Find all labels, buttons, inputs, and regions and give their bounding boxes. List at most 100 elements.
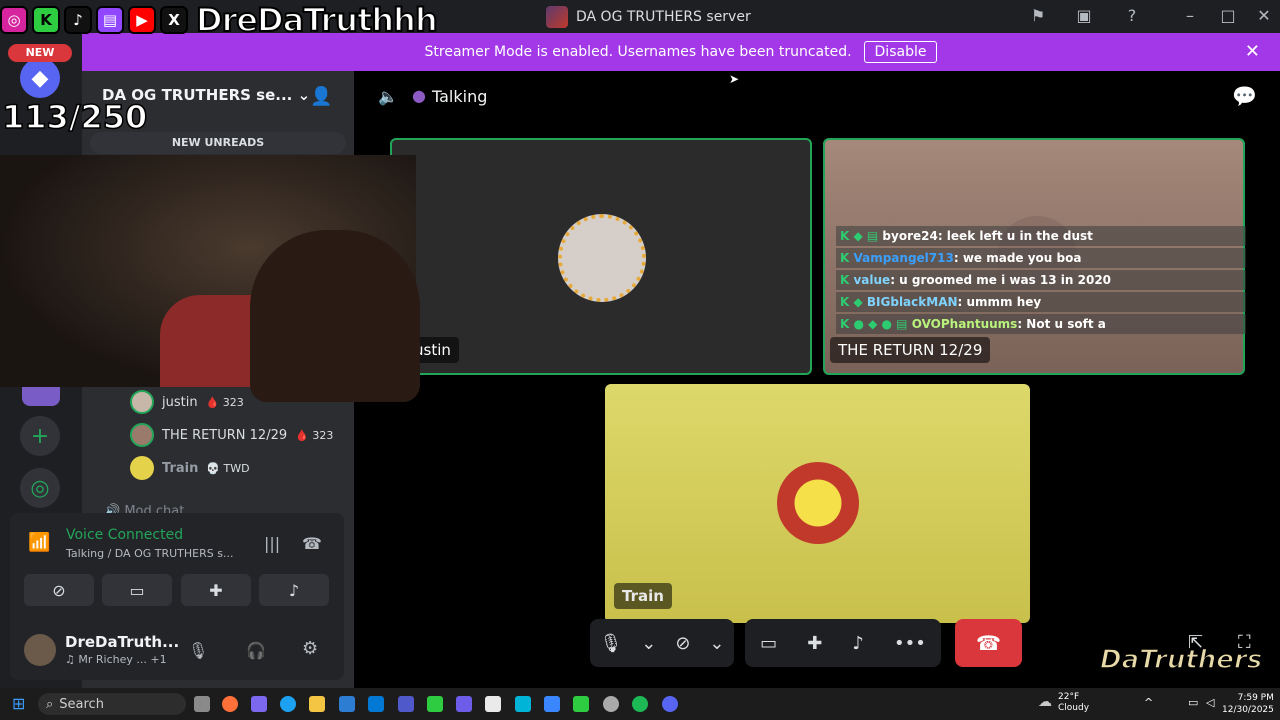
end-call-button[interactable]: ☎ — [955, 619, 1022, 667]
minimize-icon[interactable]: – — [1180, 6, 1200, 26]
soundboard-icon[interactable]: ♪ — [852, 633, 864, 654]
x-icon: X — [160, 6, 188, 34]
screen-share-icon[interactable]: ▭ — [760, 633, 777, 654]
mic-camera-controls: 🎙 ⌄ ⊘ ⌄ — [590, 619, 734, 667]
voice-location[interactable]: Talking / DA OG TRUTHERS s... — [66, 547, 233, 560]
avatar — [130, 456, 154, 480]
discord-home-icon[interactable]: ◆ — [20, 58, 60, 98]
maximize-icon[interactable]: □ — [1218, 6, 1238, 26]
voice-connected-label[interactable]: Voice Connected — [66, 527, 183, 543]
soundboard-button[interactable]: ♪ — [259, 574, 329, 606]
participant-avatar — [777, 462, 859, 544]
voice-member-the-return[interactable]: THE RETURN 12/29 🩸 323 — [130, 422, 333, 448]
taskbar-search[interactable]: ⌕ Search — [38, 693, 186, 715]
camera-off-icon[interactable]: ⊘ — [675, 633, 690, 654]
app-icon[interactable] — [515, 696, 531, 712]
avatar — [130, 390, 154, 414]
member-badge: 🩸 323 — [295, 428, 334, 442]
edge-icon[interactable] — [280, 696, 296, 712]
disconnect-icon[interactable]: ☎ — [302, 534, 322, 553]
twitch-icon: ▤ — [96, 6, 124, 34]
chat-message: K ◆ BIGblackMAN: ummm hey — [836, 292, 1246, 312]
new-badge: NEW — [8, 44, 72, 62]
youtube-icon: ▶ — [128, 6, 156, 34]
disable-button[interactable]: Disable — [863, 41, 938, 63]
spotify-icon[interactable] — [632, 696, 648, 712]
add-server-icon[interactable]: + — [20, 416, 60, 456]
server-icon — [546, 6, 568, 28]
activities-icon[interactable]: ✚ — [807, 633, 822, 654]
microphone-icon[interactable]: 🎙 — [188, 641, 208, 660]
banner-close-icon[interactable]: ✕ — [1245, 43, 1260, 61]
participant-avatar — [558, 214, 646, 302]
camera-off-button[interactable]: ⊘ — [24, 574, 94, 606]
streamer-handle: DreDaTruthhh — [195, 0, 439, 40]
discord-icon[interactable] — [662, 696, 678, 712]
tiktok-icon: ♪ — [64, 6, 92, 34]
outlook-icon[interactable] — [368, 696, 384, 712]
volume-icon[interactable]: ◁ — [1206, 696, 1214, 709]
window-title-group: DA OG TRUTHERS server — [546, 6, 751, 28]
activity-controls: ▭ ✚ ♪ ••• — [745, 619, 941, 667]
close-window-icon[interactable]: ✕ — [1254, 6, 1274, 26]
chat-bubble-icon[interactable]: 💬 — [1232, 84, 1257, 108]
chat-message: K ● ◆ ● ▤ OVOPhantuums: Not u soft a — [836, 314, 1246, 334]
voice-channel-icon: ● — [412, 86, 426, 105]
firefox-icon[interactable] — [222, 696, 238, 712]
inbox-icon[interactable]: ▣ — [1074, 6, 1094, 26]
tile-name-the-return: THE RETURN 12/29 — [830, 337, 991, 363]
channel-name: Talking — [432, 87, 488, 106]
instagram-icon: ◎ — [0, 6, 28, 34]
activities-button[interactable]: ✚ — [181, 574, 251, 606]
microphone-icon[interactable]: 🎙 — [599, 633, 622, 654]
flag-icon[interactable]: ⚑ — [1028, 6, 1048, 26]
task-view-icon[interactable] — [194, 696, 210, 712]
invite-icon[interactable]: 👤 — [310, 86, 332, 107]
watermark-logo: DaTruthers — [1099, 644, 1263, 676]
chat-message: K value: u groomed me i was 13 in 2020 — [836, 270, 1246, 290]
mouse-cursor: ➤ — [729, 72, 740, 86]
app-icon[interactable] — [485, 696, 501, 712]
tile-name-train: Train — [614, 583, 672, 609]
social-bar: ◎ K ♪ ▤ ▶ X DreDaTruthhh — [0, 0, 476, 40]
taskbar-clock[interactable]: 7:59 PM 12/30/2025 — [1222, 692, 1274, 716]
weather-widget[interactable]: 22°F Cloudy — [1058, 692, 1089, 714]
file-explorer-icon[interactable] — [309, 696, 325, 712]
windows-start-icon[interactable]: ⊞ — [12, 695, 30, 713]
noise-suppression-icon[interactable]: ||| — [264, 534, 280, 553]
teams-icon[interactable] — [398, 696, 414, 712]
chevron-down-icon: ⌄ — [297, 86, 311, 104]
user-name[interactable]: DreDaTruth... — [65, 633, 179, 651]
avatar — [130, 423, 154, 447]
chat-message: K Vampangel713: we made you boa — [836, 248, 1246, 268]
explore-icon[interactable]: ◎ — [20, 468, 60, 508]
kick-app-icon[interactable] — [427, 696, 443, 712]
copilot-icon[interactable] — [251, 696, 267, 712]
headphones-icon[interactable]: 🎧 — [246, 641, 266, 660]
speaker-icon: 🔈 — [378, 87, 398, 106]
window-title: DA OG TRUTHERS server — [576, 9, 751, 25]
weather-icon[interactable]: ☁ — [1038, 694, 1052, 710]
network-icon[interactable]: ▭ — [1188, 696, 1198, 709]
user-avatar[interactable] — [24, 634, 56, 666]
store-icon[interactable] — [339, 696, 355, 712]
tray-chevron-icon[interactable]: ^ — [1144, 696, 1153, 709]
member-badge: 🩸 323 — [205, 395, 244, 409]
app-icon[interactable] — [456, 696, 472, 712]
photos-icon[interactable] — [544, 696, 560, 712]
member-badge: 💀 TWD — [206, 461, 250, 475]
obs-icon[interactable] — [603, 696, 619, 712]
signal-icon[interactable]: 📶 — [28, 532, 50, 553]
screen-share-button[interactable]: ▭ — [102, 574, 172, 606]
voice-member-justin[interactable]: justin 🩸 323 — [130, 389, 244, 415]
search-icon: ⌕ — [46, 696, 54, 712]
more-icon[interactable]: ••• — [894, 633, 926, 654]
chevron-down-icon[interactable]: ⌄ — [709, 633, 724, 654]
voice-member-train[interactable]: Train 💀 TWD — [130, 455, 250, 481]
kick-app-icon[interactable] — [573, 696, 589, 712]
kick-icon: K — [32, 6, 60, 34]
chevron-down-icon[interactable]: ⌄ — [641, 633, 656, 654]
settings-gear-icon[interactable]: ⚙ — [302, 638, 318, 659]
help-icon[interactable]: ? — [1122, 6, 1142, 26]
banner-message: Streamer Mode is enabled. Usernames have… — [424, 44, 852, 60]
